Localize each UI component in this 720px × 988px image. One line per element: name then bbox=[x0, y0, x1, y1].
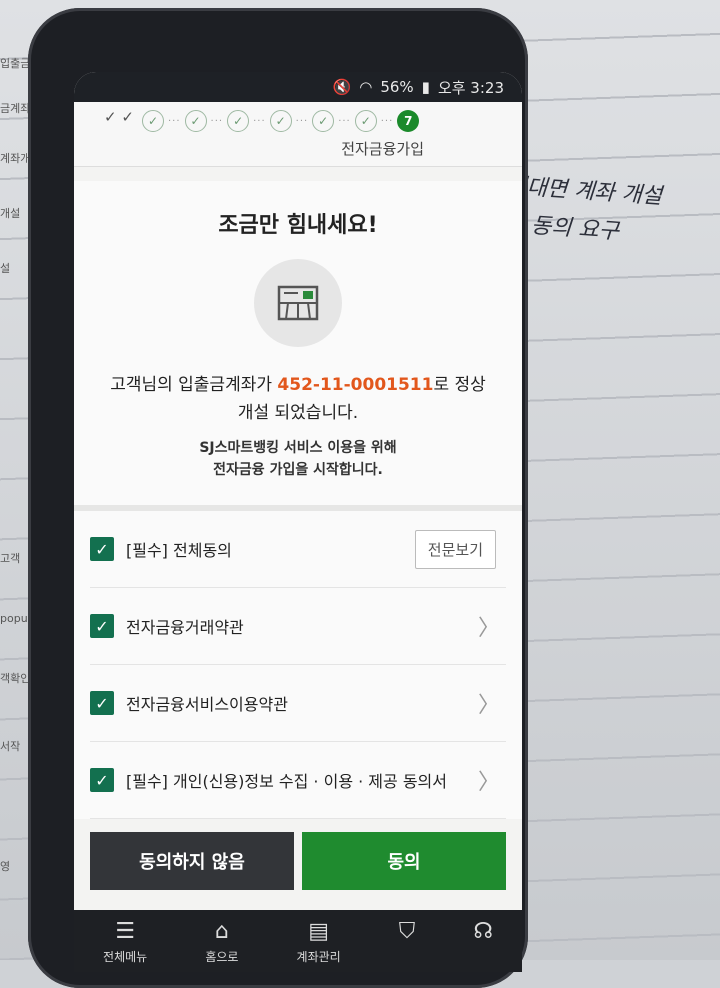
action-buttons: 동의하지 않음 동의 bbox=[90, 832, 506, 890]
status-bar: 🔇 ◠ 56% ▮ 오후 3:23 bbox=[74, 72, 522, 102]
document-icon: ▤ bbox=[308, 919, 330, 944]
step-current: 7 bbox=[397, 110, 420, 132]
account-opened-message: 고객님의 입출금계좌가 452-11-0001511로 정상 개설 되었습니다. bbox=[84, 371, 512, 427]
account-number: 452-11-0001511 bbox=[277, 375, 434, 395]
menu-icon: ☰ bbox=[115, 919, 135, 944]
step-done-icon: ✓ bbox=[227, 110, 250, 132]
service-start-message: SJ스마트뱅킹 서비스 이용을 위해 전자금융 가입을 시작합니다. bbox=[84, 437, 512, 481]
chevron-right-icon[interactable]: 〉 bbox=[478, 764, 500, 796]
handwritten-note: 비대면 계좌 개설 는 동의 요구 bbox=[503, 168, 720, 259]
checkbox-checked-icon[interactable]: ✓ bbox=[90, 614, 114, 638]
view-full-text-button[interactable]: 전문보기 bbox=[414, 529, 496, 569]
agreement-row[interactable]: ✓ [필수] 개인(신용)정보 수집 · 이용 · 제공 동의서 〉 bbox=[90, 742, 506, 819]
paper-label: popu bbox=[0, 612, 28, 625]
app-bar: ✓ ✓ ✓ ··· ✓ ··· ✓ ··· ✓ ··· ✓ ··· ✓ ··· 7 전자금융… bbox=[74, 102, 522, 167]
agreement-label: [필수] 개인(신용)정보 수집 · 이용 · 제공 동의서 bbox=[126, 772, 447, 791]
hero-title: 조금만 힘내세요! bbox=[218, 213, 378, 238]
sub-line: 전자금융 가입을 시작합니다. bbox=[213, 462, 383, 478]
chevron-right-icon[interactable]: 〉 bbox=[478, 687, 500, 719]
agree-button[interactable]: 동의 bbox=[302, 832, 506, 890]
clock: 오후 3:23 bbox=[437, 78, 504, 97]
agreement-row[interactable]: ✓ 전자금융거래약관 〉 bbox=[90, 588, 506, 665]
battery-level: 56% bbox=[380, 78, 414, 96]
completion-panel: 조금만 힘내세요! 고객님의 입출금계좌가 452-11-0001511로 정상… bbox=[74, 181, 522, 511]
bottom-nav: ☰ 전체메뉴 ⌂ 홈으로 ▤ 계좌관리 ⛉ ☊ bbox=[74, 910, 522, 972]
decline-button[interactable]: 동의하지 않음 bbox=[90, 832, 294, 890]
agreement-list: ✓ [필수] 전체동의 전문보기 ✓ 전자금융거래약관 〉 ✓ 전자금융서비스이… bbox=[74, 511, 522, 819]
checkbox-checked-icon[interactable]: ✓ bbox=[90, 537, 114, 561]
agree-all-row[interactable]: ✓ [필수] 전체동의 전문보기 bbox=[90, 511, 506, 588]
agree-all-label: [필수] 전체동의 bbox=[126, 541, 232, 560]
nav-account-management[interactable]: ▤ 계좌관리 bbox=[297, 910, 341, 972]
phone-screen: 🔇 ◠ 56% ▮ 오후 3:23 ✓ ✓ ✓ ··· ✓ ··· ✓ ··· ✓ ··… bbox=[74, 72, 522, 972]
paper-label: 설 bbox=[0, 262, 11, 275]
paper-label: 객확인 bbox=[0, 672, 31, 685]
nav-all-menu[interactable]: ☰ 전체메뉴 bbox=[103, 910, 147, 972]
paper-label: 고객 bbox=[0, 552, 21, 565]
chevron-right-icon[interactable]: 〉 bbox=[478, 610, 500, 642]
sub-line: SJ스마트뱅킹 서비스 이용을 위해 bbox=[199, 440, 397, 456]
step-progress: ✓ ··· ✓ ··· ✓ ··· ✓ ··· ✓ ··· ✓ ··· 7 bbox=[142, 110, 420, 132]
agreement-label: 전자금융거래약관 bbox=[126, 618, 244, 637]
nav-label: 계좌관리 bbox=[296, 950, 341, 964]
nav-security[interactable]: ⛉ bbox=[399, 910, 416, 972]
check-marks-icon: ✓ ✓ bbox=[104, 108, 134, 126]
step-done-icon: ✓ bbox=[269, 110, 292, 132]
nav-label: 홈으로 bbox=[205, 950, 239, 964]
nav-label: 전체메뉴 bbox=[103, 950, 148, 964]
checkbox-checked-icon[interactable]: ✓ bbox=[90, 768, 114, 792]
building-icon bbox=[254, 259, 342, 347]
message-line2: 개설 되었습니다. bbox=[237, 403, 359, 423]
agreement-label: 전자금융서비스이용약관 bbox=[126, 695, 288, 714]
checkbox-checked-icon[interactable]: ✓ bbox=[90, 691, 114, 715]
step-done-icon: ✓ bbox=[142, 110, 164, 132]
message-prefix: 고객님의 입출금계좌가 bbox=[110, 375, 278, 395]
home-icon: ⌂ bbox=[214, 919, 229, 944]
headset-icon: ☊ bbox=[473, 919, 493, 944]
paper-label: 개설 bbox=[0, 207, 21, 220]
paper-label: 영 bbox=[0, 860, 11, 873]
step-done-icon: ✓ bbox=[354, 110, 377, 132]
agreement-row[interactable]: ✓ 전자금융서비스이용약관 〉 bbox=[90, 665, 506, 742]
step-done-icon: ✓ bbox=[312, 110, 335, 132]
nav-support[interactable]: ☊ bbox=[473, 910, 493, 972]
page-title: 전자금융가입 bbox=[341, 140, 424, 158]
message-suffix: 로 정상 bbox=[433, 375, 486, 395]
step-done-icon: ✓ bbox=[184, 110, 207, 132]
nav-home[interactable]: ⌂ 홈으로 bbox=[205, 910, 238, 972]
shield-icon: ⛉ bbox=[398, 919, 416, 944]
battery-icon: ▮ bbox=[421, 78, 430, 96]
wifi-icon: ◠ bbox=[359, 78, 373, 96]
paper-label: 서작 bbox=[0, 740, 21, 753]
mute-icon: 🔇 bbox=[332, 78, 352, 96]
